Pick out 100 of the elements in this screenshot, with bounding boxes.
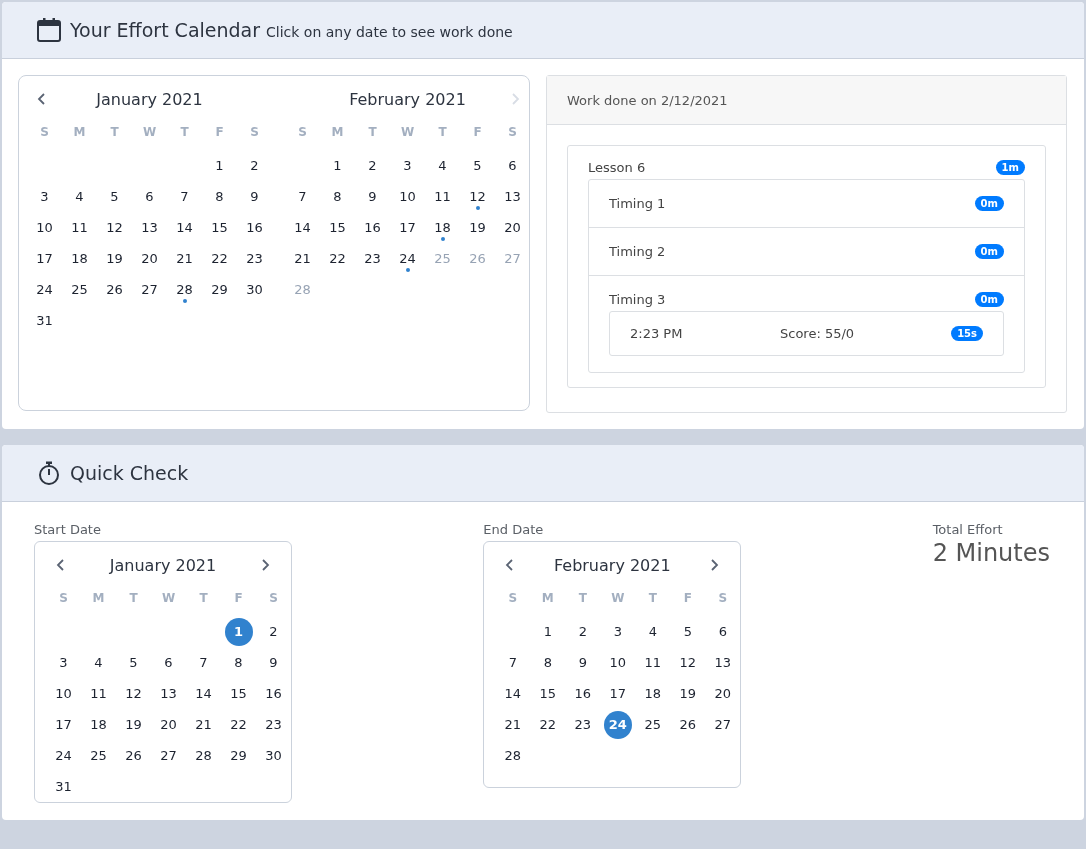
day-button[interactable]: 7 (298, 189, 307, 204)
day-button[interactable]: 12 (469, 189, 486, 204)
day-button[interactable]: 10 (399, 189, 416, 204)
day-button[interactable]: 19 (673, 679, 702, 708)
day-button[interactable]: 12 (673, 648, 702, 677)
day-button[interactable]: 29 (211, 282, 228, 297)
day-button[interactable]: 15 (533, 679, 562, 708)
day-button[interactable]: 5 (473, 158, 482, 173)
day-button[interactable]: 14 (498, 679, 527, 708)
day-button[interactable]: 24 (399, 251, 416, 266)
day-button[interactable]: 2 (568, 617, 597, 646)
day-button[interactable]: 2 (368, 158, 377, 173)
day-button[interactable]: 30 (246, 282, 263, 297)
day-button[interactable]: 14 (176, 220, 193, 235)
day-button[interactable]: 28 (498, 741, 527, 770)
day-button[interactable]: 19 (469, 220, 486, 235)
day-button[interactable]: 4 (75, 189, 84, 204)
day-button[interactable]: 5 (110, 189, 119, 204)
day-button[interactable]: 10 (36, 220, 53, 235)
day-button[interactable]: 14 (294, 220, 311, 235)
day-button[interactable]: 14 (189, 679, 218, 708)
day-button[interactable]: 21 (176, 251, 193, 266)
day-button[interactable]: 26 (673, 710, 702, 739)
day-button[interactable]: 31 (49, 772, 78, 801)
day-button[interactable]: 21 (189, 710, 218, 739)
day-button[interactable]: 13 (154, 679, 183, 708)
day-button[interactable]: 31 (36, 313, 53, 328)
day-button[interactable]: 10 (603, 648, 632, 677)
day-button[interactable]: 17 (603, 679, 632, 708)
day-button[interactable]: 11 (84, 679, 113, 708)
day-button[interactable]: 28 (176, 282, 193, 297)
day-button[interactable]: 21 (498, 710, 527, 739)
day-button[interactable]: 22 (211, 251, 228, 266)
day-button[interactable]: 1 (224, 617, 253, 646)
day-button[interactable]: 15 (224, 679, 253, 708)
day-button[interactable]: 2 (259, 617, 288, 646)
day-button[interactable]: 8 (215, 189, 224, 204)
day-button[interactable]: 30 (259, 741, 288, 770)
day-button[interactable]: 25 (638, 710, 667, 739)
day-button[interactable]: 27 (141, 282, 158, 297)
day-button[interactable]: 1 (333, 158, 342, 173)
day-button[interactable]: 4 (638, 617, 667, 646)
day-button[interactable]: 19 (119, 710, 148, 739)
day-button[interactable]: 18 (638, 679, 667, 708)
day-button[interactable]: 6 (145, 189, 154, 204)
day-button[interactable]: 20 (141, 251, 158, 266)
day-button[interactable]: 12 (106, 220, 123, 235)
day-button[interactable]: 9 (568, 648, 597, 677)
day-button[interactable]: 22 (224, 710, 253, 739)
day-button[interactable]: 15 (329, 220, 346, 235)
day-button[interactable]: 9 (250, 189, 259, 204)
day-button[interactable]: 6 (708, 617, 737, 646)
day-button[interactable]: 7 (498, 648, 527, 677)
day-button[interactable]: 5 (119, 648, 148, 677)
day-button[interactable]: 13 (504, 189, 521, 204)
day-button[interactable]: 2 (250, 158, 259, 173)
day-button[interactable]: 26 (119, 741, 148, 770)
day-button[interactable]: 20 (708, 679, 737, 708)
day-button[interactable]: 12 (119, 679, 148, 708)
day-button[interactable]: 1 (533, 617, 562, 646)
day-button[interactable]: 22 (533, 710, 562, 739)
day-button[interactable]: 8 (224, 648, 253, 677)
day-button[interactable]: 13 (708, 648, 737, 677)
day-button[interactable]: 17 (399, 220, 416, 235)
day-button[interactable]: 1 (215, 158, 224, 173)
day-button[interactable]: 18 (434, 220, 451, 235)
day-button[interactable]: 24 (36, 282, 53, 297)
day-button[interactable]: 8 (533, 648, 562, 677)
day-button[interactable]: 23 (364, 251, 381, 266)
day-button[interactable]: 18 (84, 710, 113, 739)
day-button[interactable]: 5 (673, 617, 702, 646)
day-button[interactable]: 21 (294, 251, 311, 266)
day-button[interactable]: 6 (154, 648, 183, 677)
day-button[interactable]: 3 (603, 617, 632, 646)
day-button[interactable]: 4 (84, 648, 113, 677)
day-button[interactable]: 11 (638, 648, 667, 677)
day-button[interactable]: 24 (603, 710, 632, 739)
day-button[interactable]: 9 (259, 648, 288, 677)
day-button[interactable]: 20 (154, 710, 183, 739)
day-button[interactable]: 23 (259, 710, 288, 739)
day-button[interactable]: 25 (84, 741, 113, 770)
day-button[interactable]: 7 (180, 189, 189, 204)
day-button[interactable]: 23 (246, 251, 263, 266)
day-button[interactable]: 13 (141, 220, 158, 235)
day-button[interactable]: 29 (224, 741, 253, 770)
day-button[interactable]: 11 (434, 189, 451, 204)
day-button[interactable]: 20 (504, 220, 521, 235)
day-button[interactable]: 4 (438, 158, 447, 173)
day-button[interactable]: 19 (106, 251, 123, 266)
day-button[interactable]: 17 (36, 251, 53, 266)
day-button[interactable]: 16 (259, 679, 288, 708)
day-button[interactable]: 11 (71, 220, 88, 235)
day-button[interactable]: 15 (211, 220, 228, 235)
day-button[interactable]: 10 (49, 679, 78, 708)
day-button[interactable]: 16 (364, 220, 381, 235)
day-button[interactable]: 18 (71, 251, 88, 266)
day-button[interactable]: 6 (508, 158, 517, 173)
day-button[interactable]: 28 (189, 741, 218, 770)
day-button[interactable]: 24 (49, 741, 78, 770)
day-button[interactable]: 7 (189, 648, 218, 677)
